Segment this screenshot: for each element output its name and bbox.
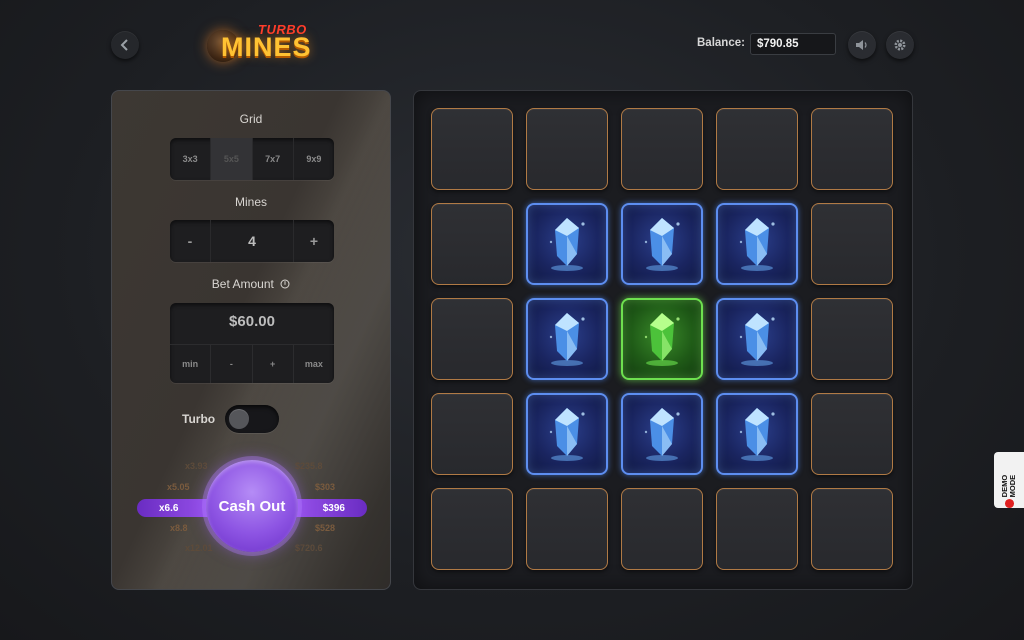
mines-count: 4 bbox=[211, 220, 294, 262]
mine-tile-hidden[interactable] bbox=[526, 488, 608, 570]
sound-button[interactable] bbox=[848, 31, 876, 59]
turbo-label: Turbo bbox=[182, 412, 216, 426]
grid-option-5x5[interactable]: 5x5 bbox=[211, 138, 253, 180]
gem-icon bbox=[731, 404, 783, 464]
grid-option-3x3[interactable]: 3x3 bbox=[170, 138, 212, 180]
grid-option-9x9[interactable]: 9x9 bbox=[294, 138, 334, 180]
mine-tile-hidden[interactable] bbox=[621, 488, 703, 570]
multiplier-above-2: x5.05 bbox=[167, 482, 190, 492]
mine-tile-hidden[interactable] bbox=[431, 108, 513, 190]
mine-tile-hidden[interactable] bbox=[526, 108, 608, 190]
cash-out-button[interactable]: Cash Out bbox=[206, 460, 298, 552]
info-icon[interactable] bbox=[280, 279, 290, 289]
turbo-toggle[interactable] bbox=[225, 405, 279, 433]
gem-icon bbox=[731, 214, 783, 274]
chevron-left-icon bbox=[120, 39, 128, 51]
turbo-toggle-knob bbox=[229, 409, 249, 429]
mine-tile-hidden[interactable] bbox=[811, 298, 893, 380]
multiplier-below-2: x12.01 bbox=[185, 543, 213, 553]
back-button[interactable] bbox=[111, 31, 139, 59]
mine-tile-gem[interactable] bbox=[621, 393, 703, 475]
mine-tile-gem[interactable] bbox=[526, 393, 608, 475]
current-multiplier: x6.6 bbox=[137, 499, 217, 517]
gem-icon bbox=[636, 309, 688, 369]
demo-mode-icon bbox=[1004, 499, 1014, 508]
payout-below-1: $528 bbox=[315, 523, 336, 533]
game-logo: TURBO MINES bbox=[203, 16, 313, 66]
mine-tile-gem[interactable] bbox=[526, 298, 608, 380]
payout-above-2: $303 bbox=[315, 482, 336, 492]
bet-max-button[interactable]: max bbox=[294, 345, 334, 383]
gear-icon bbox=[894, 39, 906, 51]
mine-tile-hidden[interactable] bbox=[431, 203, 513, 285]
multiplier-above-1: x3.93 bbox=[185, 461, 208, 471]
gem-icon bbox=[541, 404, 593, 464]
payout-above-1: $235.8 bbox=[295, 461, 323, 471]
mines-label: Mines bbox=[234, 195, 267, 209]
grid-label: Grid bbox=[239, 112, 263, 126]
gem-icon bbox=[541, 214, 593, 274]
mine-tile-hidden[interactable] bbox=[811, 203, 893, 285]
bet-amount-box: $60.00 min - + max bbox=[170, 303, 334, 383]
mine-tile-hidden[interactable] bbox=[621, 108, 703, 190]
bet-amount-text: Bet Amount bbox=[211, 277, 274, 291]
balance-label: Balance: bbox=[697, 37, 745, 49]
bet-decrease-button[interactable]: - bbox=[211, 345, 253, 383]
current-payout: $396 bbox=[287, 499, 367, 517]
gem-icon bbox=[636, 214, 688, 274]
mine-tile-hidden[interactable] bbox=[431, 298, 513, 380]
mine-tile-hidden[interactable] bbox=[811, 393, 893, 475]
gem-icon bbox=[731, 309, 783, 369]
control-panel: Grid 3x3 5x5 7x7 9x9 Mines - 4 + Bet Amo… bbox=[111, 90, 391, 590]
demo-mode-badge: DEMO MODE bbox=[994, 452, 1024, 508]
mine-tile-gem[interactable] bbox=[716, 298, 798, 380]
mine-tile-hidden[interactable] bbox=[716, 488, 798, 570]
bet-amount-label: Bet Amount bbox=[112, 277, 390, 291]
gem-icon bbox=[636, 404, 688, 464]
mine-tile-gem[interactable] bbox=[526, 203, 608, 285]
bet-amount-value[interactable]: $60.00 bbox=[170, 313, 334, 330]
mine-tile-hidden[interactable] bbox=[431, 488, 513, 570]
mines-stepper: - 4 + bbox=[170, 220, 334, 262]
gem-icon bbox=[541, 309, 593, 369]
payout-below-2: $720.6 bbox=[295, 543, 323, 553]
balance-value: $790.85 bbox=[750, 33, 836, 55]
mine-tile-hidden[interactable] bbox=[431, 393, 513, 475]
multiplier-below-1: x8.8 bbox=[170, 523, 188, 533]
mine-tile-hidden[interactable] bbox=[811, 108, 893, 190]
mines-decrease-button[interactable]: - bbox=[170, 220, 211, 262]
mine-tile-hidden[interactable] bbox=[811, 488, 893, 570]
mine-tile-gem[interactable] bbox=[621, 203, 703, 285]
bet-increase-button[interactable]: + bbox=[253, 345, 294, 383]
speaker-icon bbox=[856, 40, 867, 50]
mine-tile-gem[interactable] bbox=[716, 203, 798, 285]
bet-min-button[interactable]: min bbox=[170, 345, 212, 383]
mine-tile-gem-green[interactable] bbox=[621, 298, 703, 380]
game-board bbox=[413, 90, 913, 590]
settings-button[interactable] bbox=[886, 31, 914, 59]
grid-option-7x7[interactable]: 7x7 bbox=[253, 138, 294, 180]
demo-mode-text: DEMO MODE bbox=[1000, 474, 1017, 498]
mine-tile-hidden[interactable] bbox=[716, 108, 798, 190]
mines-increase-button[interactable]: + bbox=[294, 220, 334, 262]
mine-tile-gem[interactable] bbox=[716, 393, 798, 475]
grid-selector: 3x3 5x5 7x7 9x9 bbox=[170, 138, 334, 180]
logo-mines-text: MINES bbox=[221, 32, 312, 62]
